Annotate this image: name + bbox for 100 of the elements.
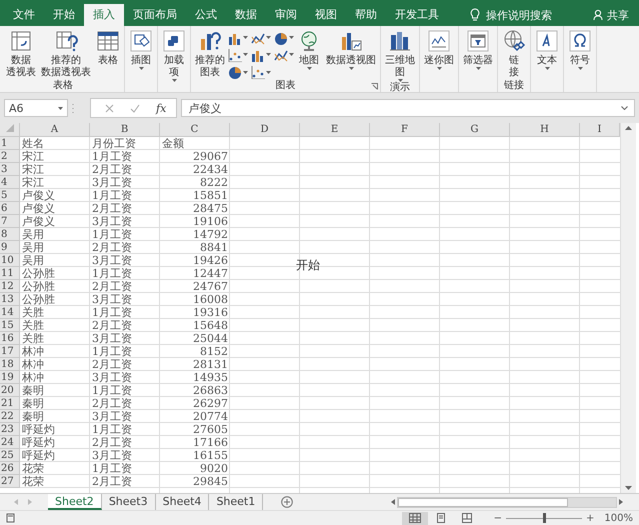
table-cell-text: 1月工资 (91, 267, 133, 280)
ribbon-tab[interactable]: 开发工具 (386, 4, 448, 26)
column-header[interactable]: C (160, 123, 230, 137)
zoom-in-button[interactable]: + (586, 512, 594, 524)
column-header[interactable]: A (20, 123, 90, 137)
zoom-out-button[interactable]: − (494, 512, 502, 524)
name-box[interactable]: A6 (4, 99, 68, 117)
row-header[interactable]: 18 (0, 358, 20, 371)
row-header[interactable]: 6 (0, 202, 20, 215)
table-cell-text: 19106 (192, 215, 229, 228)
formula-input[interactable]: 卢俊义 (181, 99, 635, 117)
row-header[interactable]: 4 (0, 176, 20, 189)
ribbon-button[interactable]: 推荐的 数据透视表 (39, 26, 93, 80)
table-cell-text: 公孙胜 (21, 280, 56, 293)
table-cell-text: 3月工资 (91, 449, 133, 462)
row-header[interactable]: 8 (0, 228, 20, 241)
table-cell-text: 19426 (192, 254, 229, 267)
row-header[interactable]: 12 (0, 280, 20, 293)
ribbon-button[interactable]: 文本 (533, 26, 561, 80)
row-header[interactable]: 2 (0, 150, 20, 163)
chart-type-icon[interactable] (274, 30, 288, 45)
ribbon-button[interactable]: 插图 (127, 26, 155, 80)
row-header[interactable]: 1 (0, 137, 20, 150)
horizontal-scroll-thumb[interactable] (398, 498, 568, 506)
ribbon-button[interactable]: 符号 (566, 26, 594, 80)
zoom-level[interactable]: 100% (604, 512, 633, 524)
column-header[interactable]: G (440, 123, 510, 137)
row-header[interactable]: 20 (0, 384, 20, 397)
scroll-right-icon[interactable] (619, 499, 623, 505)
lightbulb-icon (470, 8, 480, 22)
table-cell-text: 8841 (199, 241, 229, 254)
row-header[interactable]: 15 (0, 319, 20, 332)
ribbon-button[interactable]: 迷你图 (422, 26, 456, 80)
ribbon-tab[interactable]: 视图 (306, 4, 346, 26)
table-cell-text: 26297 (192, 397, 229, 410)
macro-record-icon[interactable] (6, 513, 16, 523)
ribbon-button[interactable]: 链 接 (500, 26, 528, 80)
scroll-left-icon[interactable] (391, 499, 395, 505)
ribbon-tab[interactable]: 审阅 (266, 4, 306, 26)
ribbon-tab[interactable]: 帮助 (346, 4, 386, 26)
row-header[interactable]: 19 (0, 371, 20, 384)
expand-icon[interactable] (621, 106, 628, 110)
ribbon-button[interactable]: 加载 项 (160, 26, 188, 82)
ribbon-button[interactable]: 推荐的 图表 (193, 26, 227, 80)
row-header[interactable]: 7 (0, 215, 20, 228)
scroll-up-icon[interactable] (625, 126, 632, 130)
row-header[interactable]: 24 (0, 436, 20, 449)
ribbon-tab[interactable]: 页面布局 (124, 4, 186, 26)
column-header[interactable]: B (90, 123, 160, 137)
row-header[interactable]: 25 (0, 449, 20, 462)
ribbon-button[interactable]: 表格 (94, 26, 122, 80)
view-button[interactable] (402, 512, 428, 524)
row-header[interactable]: 26 (0, 462, 20, 475)
column-header[interactable]: D (230, 123, 300, 137)
chart-type-icon[interactable] (228, 48, 242, 62)
dialog-launcher-icon[interactable] (371, 83, 378, 90)
insert-function-button[interactable]: fx (156, 102, 166, 114)
row-header[interactable]: 10 (0, 254, 20, 267)
row-header[interactable]: 21 (0, 397, 20, 410)
ribbon-tab[interactable]: 数据 (226, 4, 266, 26)
column-header[interactable]: E (300, 123, 370, 137)
row-header[interactable]: 22 (0, 410, 20, 423)
row-header[interactable]: 17 (0, 345, 20, 358)
ribbon-button[interactable]: 数据 透视表 (4, 26, 38, 80)
scroll-down-icon[interactable] (625, 486, 632, 490)
chart-type-icon[interactable] (228, 65, 242, 80)
share-button[interactable]: 共享 (593, 4, 629, 26)
ribbon-tab[interactable]: 公式 (186, 4, 226, 26)
ribbon-button[interactable]: 三维地 图 (383, 26, 417, 82)
row-header[interactable]: 3 (0, 163, 20, 176)
slider-thumb[interactable] (543, 513, 546, 523)
add-sheet-icon[interactable] (281, 496, 294, 508)
group-label: 演示 (390, 82, 410, 94)
table-cell-text: 1月工资 (91, 228, 133, 241)
ribbon-button[interactable]: 数据透视图 (324, 26, 378, 80)
checkmark-icon[interactable] (130, 104, 140, 112)
table-cell-text: 15851 (192, 189, 229, 202)
shapes-icon (129, 29, 153, 53)
tell-me-search[interactable]: 操作说明搜索 (486, 8, 552, 22)
table-cell-text: 2月工资 (91, 202, 133, 215)
row-header[interactable]: 9 (0, 241, 20, 254)
ribbon-button[interactable]: 筛选器 (461, 26, 495, 80)
row-header[interactable]: 5 (0, 189, 20, 202)
ribbon-tab[interactable]: 插入 (84, 4, 124, 26)
row-header[interactable]: 11 (0, 267, 20, 280)
table-cell-text: 9020 (199, 462, 229, 475)
chart-type-icon[interactable] (251, 65, 265, 80)
row-header[interactable]: 14 (0, 306, 20, 319)
column-header[interactable]: H (510, 123, 580, 137)
ribbon-tab[interactable]: 开始 (44, 4, 84, 26)
column-header[interactable]: F (370, 123, 440, 137)
ribbon-button[interactable]: 地图 (295, 26, 323, 80)
ribbon-tab[interactable]: 文件 (4, 4, 44, 26)
row-header[interactable]: 16 (0, 332, 20, 345)
row-header[interactable]: 13 (0, 293, 20, 306)
column-header[interactable]: I (580, 123, 620, 137)
row-header[interactable]: 27 (0, 475, 20, 488)
table-cell-text: 15648 (192, 319, 229, 332)
sheet-tab[interactable]: Sheet2 (48, 494, 102, 510)
row-header[interactable]: 23 (0, 423, 20, 436)
